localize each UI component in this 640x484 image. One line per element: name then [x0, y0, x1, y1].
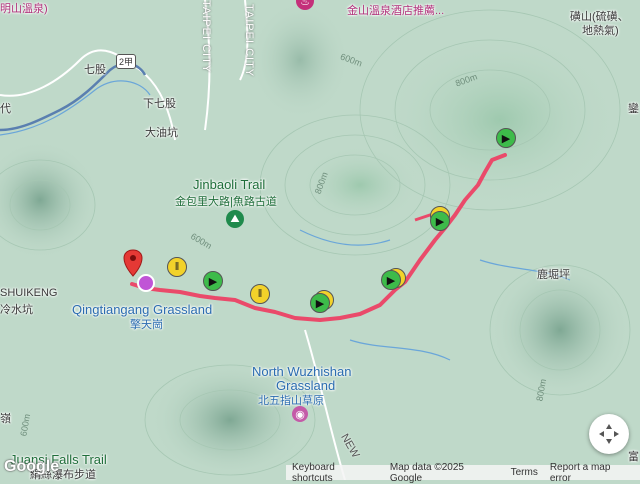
loop-icon[interactable] — [137, 274, 155, 292]
marker-layer — [123, 249, 155, 292]
play-flag-icon[interactable]: ▶ — [381, 270, 401, 290]
compass-icon[interactable] — [589, 414, 629, 454]
pause-flag-icon[interactable]: ‖ — [167, 257, 187, 277]
pause-flag-icon[interactable]: ‖ — [250, 284, 270, 304]
play-flag-icon[interactable]: ▶ — [496, 128, 516, 148]
report-error-link[interactable]: Report a map error — [544, 462, 640, 484]
play-flag-icon[interactable]: ▶ — [203, 271, 223, 291]
play-flag-icon[interactable]: ▶ — [310, 293, 330, 313]
keyboard-shortcuts-link[interactable]: Keyboard shortcuts — [286, 462, 384, 484]
map-data-text: Map data ©2025 Google — [389, 461, 464, 484]
start-pin-icon[interactable] — [123, 249, 143, 277]
play-flag-icon[interactable]: ▶ — [430, 211, 450, 231]
google-logo: Google — [4, 458, 60, 475]
terms-link[interactable]: Terms — [505, 467, 544, 478]
attribution-bar: Keyboard shortcuts Map data ©2025 Google… — [286, 462, 640, 484]
